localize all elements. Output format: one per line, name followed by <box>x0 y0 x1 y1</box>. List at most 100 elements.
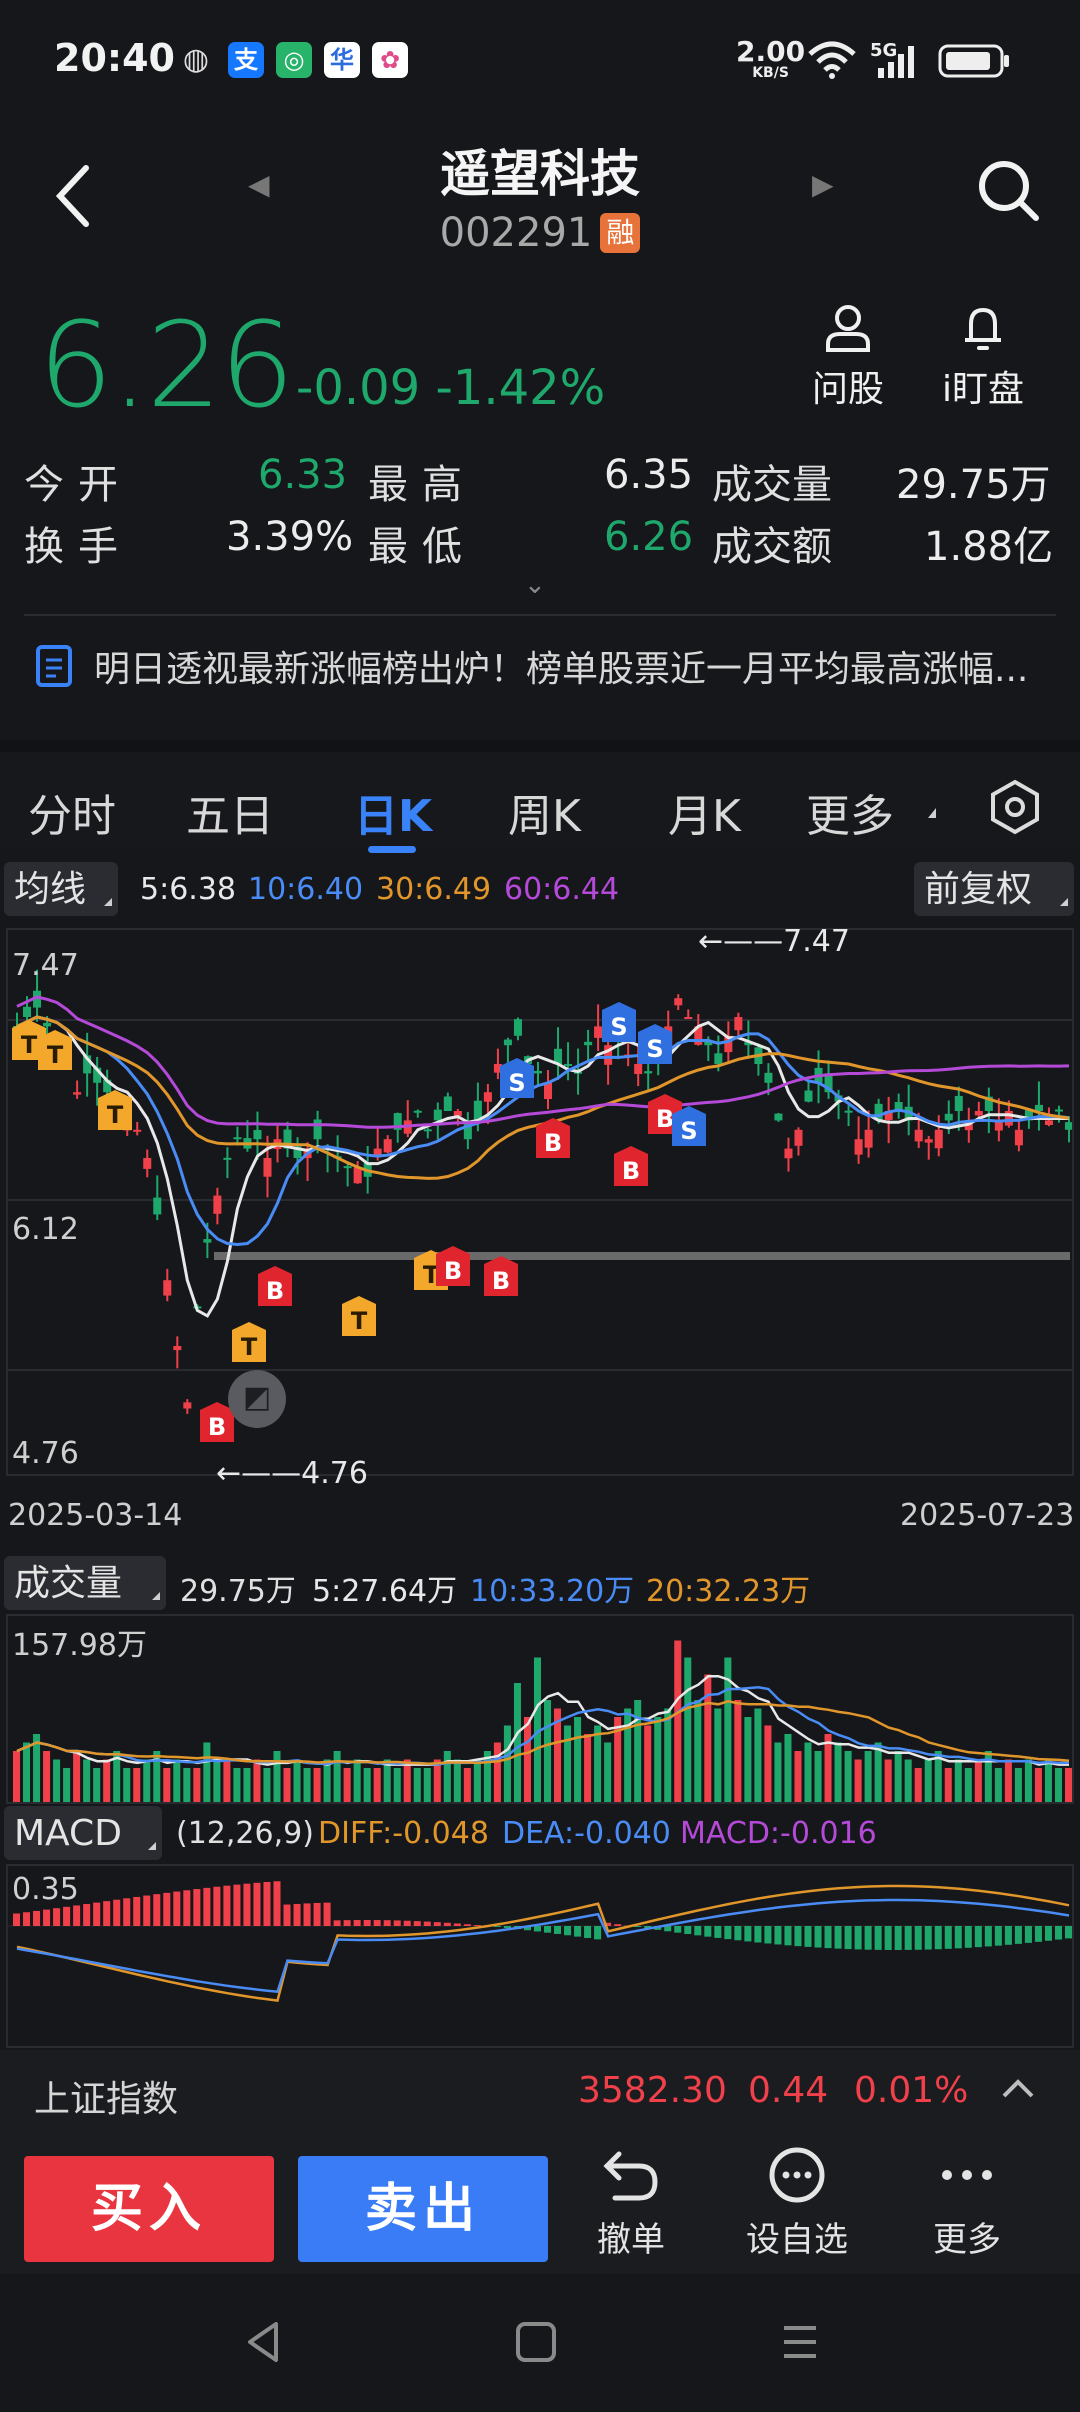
buy-marker-icon: B <box>484 1256 518 1296</box>
volume-bar <box>1044 1759 1052 1802</box>
macd-bar <box>564 1926 572 1936</box>
chevron-up-icon[interactable] <box>998 2074 1038 2104</box>
volume-bar <box>243 1768 251 1802</box>
volume-bar <box>343 1768 351 1802</box>
macd-bar <box>473 1925 481 1926</box>
candle-body <box>73 1092 82 1095</box>
cancel-order-button[interactable]: 撤单 <box>556 2146 706 2261</box>
ask-stock-button[interactable]: 问股 <box>800 300 896 412</box>
volume-bar <box>293 1759 301 1802</box>
macd-bar <box>744 1926 752 1942</box>
candle-body <box>804 1090 813 1102</box>
volume-bar <box>844 1751 852 1802</box>
macd-bar <box>864 1926 872 1950</box>
tab-more[interactable]: 更多 <box>806 780 894 844</box>
tab-monthly-k[interactable]: 月K <box>668 780 741 844</box>
draw-tool-icon[interactable]: ◩ <box>228 1370 286 1428</box>
macd-chart[interactable]: 0.35 <box>6 1864 1074 2048</box>
macd-bar <box>574 1926 582 1937</box>
candle-body <box>223 1157 232 1160</box>
macd-bar <box>1004 1926 1012 1945</box>
buy-marker-icon: B <box>536 1118 570 1158</box>
nav-home-icon[interactable] <box>514 2320 558 2364</box>
watch-board-button[interactable]: i盯盘 <box>930 300 1036 412</box>
macd-bar <box>143 1895 151 1926</box>
candle-body <box>844 1110 853 1113</box>
volume-bar <box>363 1768 371 1802</box>
svg-text:B: B <box>266 1277 284 1305</box>
macd-bar <box>944 1926 952 1949</box>
candle-body <box>413 1110 422 1113</box>
candle-body <box>674 998 683 1006</box>
document-icon <box>36 645 72 687</box>
settings-icon[interactable] <box>986 778 1044 836</box>
tab-weekly-k[interactable]: 周K <box>508 780 581 844</box>
nav-back-icon[interactable] <box>244 2320 284 2364</box>
macd-bar <box>33 1910 41 1926</box>
volume-bar <box>754 1708 762 1802</box>
macd-bar <box>984 1926 992 1947</box>
candle-body <box>714 1053 723 1064</box>
volume-bar <box>83 1759 91 1802</box>
macd-bar <box>313 1902 321 1926</box>
macd-bar <box>333 1920 341 1926</box>
volume-bar <box>1054 1768 1062 1802</box>
volume-bar <box>453 1759 461 1802</box>
candle-body <box>373 1148 382 1156</box>
kline-y-top: 7.47 <box>12 948 79 983</box>
ma-selector[interactable]: 均线 <box>4 862 118 916</box>
volume-chart[interactable]: 157.98万 <box>6 1614 1074 1804</box>
volume-bar <box>203 1742 211 1802</box>
macd-bar <box>614 1924 622 1926</box>
buy-button[interactable]: 买入 <box>24 2156 274 2262</box>
svg-text:T: T <box>47 1041 64 1069</box>
tab-five-day[interactable]: 五日 <box>186 780 274 844</box>
macd-bar <box>103 1901 111 1926</box>
volume-bar <box>133 1768 141 1802</box>
expand-icon[interactable]: ⌄ <box>524 570 546 600</box>
buy-marker-icon: B <box>436 1246 470 1286</box>
volume-selector[interactable]: 成交量 <box>4 1556 166 1610</box>
macd-bar <box>323 1902 331 1926</box>
add-watchlist-button[interactable]: 设自选 <box>722 2146 872 2261</box>
volume-bar <box>183 1768 191 1802</box>
volume-bar <box>644 1725 652 1802</box>
macd-bar <box>163 1892 171 1926</box>
volume-bar <box>1064 1768 1072 1802</box>
svg-text:B: B <box>656 1105 674 1133</box>
kline-chart[interactable]: TTTBTBTTBBSBSSBBS 7.47 6.12 4.76 ←——7.47… <box>6 924 1074 1491</box>
search-icon[interactable] <box>974 156 1044 226</box>
macd-bar <box>273 1881 281 1926</box>
macd-bar <box>213 1886 221 1926</box>
candle-body <box>1004 1111 1013 1126</box>
index-bar[interactable]: 上证指数 3582.30 0.44 0.01% <box>0 2050 1080 2134</box>
macd-bar <box>734 1926 742 1941</box>
macd-bar <box>463 1924 471 1926</box>
volume-bar <box>954 1759 962 1802</box>
volume-bar <box>594 1725 602 1802</box>
macd-bar <box>1034 1926 1042 1942</box>
change-percent: -1.42% <box>435 360 606 416</box>
sell-button[interactable]: 卖出 <box>298 2156 548 2262</box>
nav-menu-icon[interactable] <box>780 2322 820 2362</box>
stock-header: ◀ 遥望科技 002291 融 ▶ <box>0 120 1080 280</box>
volume-bar <box>794 1751 802 1802</box>
volume-bar <box>1014 1768 1022 1802</box>
volume-bar <box>393 1768 401 1802</box>
adjust-selector[interactable]: 前复权 <box>914 862 1074 916</box>
macd-bar <box>393 1920 401 1926</box>
volume-bar <box>714 1708 722 1802</box>
more-button[interactable]: 更多 <box>892 2146 1042 2261</box>
volume-bar <box>804 1742 812 1802</box>
volume-bar <box>503 1725 511 1802</box>
stat-label-turnover: 换手 <box>24 524 132 570</box>
macd-bar <box>363 1920 371 1926</box>
tab-intraday[interactable]: 分时 <box>28 780 116 844</box>
macd-bar <box>954 1926 962 1949</box>
news-ticker[interactable]: 明日透视最新涨幅榜出炉！榜单股票近一月平均最高涨幅... <box>0 614 1080 714</box>
sell-marker-icon: S <box>500 1058 534 1098</box>
macd-bar <box>714 1926 722 1938</box>
tab-daily-k[interactable]: 日K <box>354 780 432 844</box>
next-stock-icon[interactable]: ▶ <box>812 168 834 201</box>
macd-selector[interactable]: MACD <box>4 1806 162 1860</box>
